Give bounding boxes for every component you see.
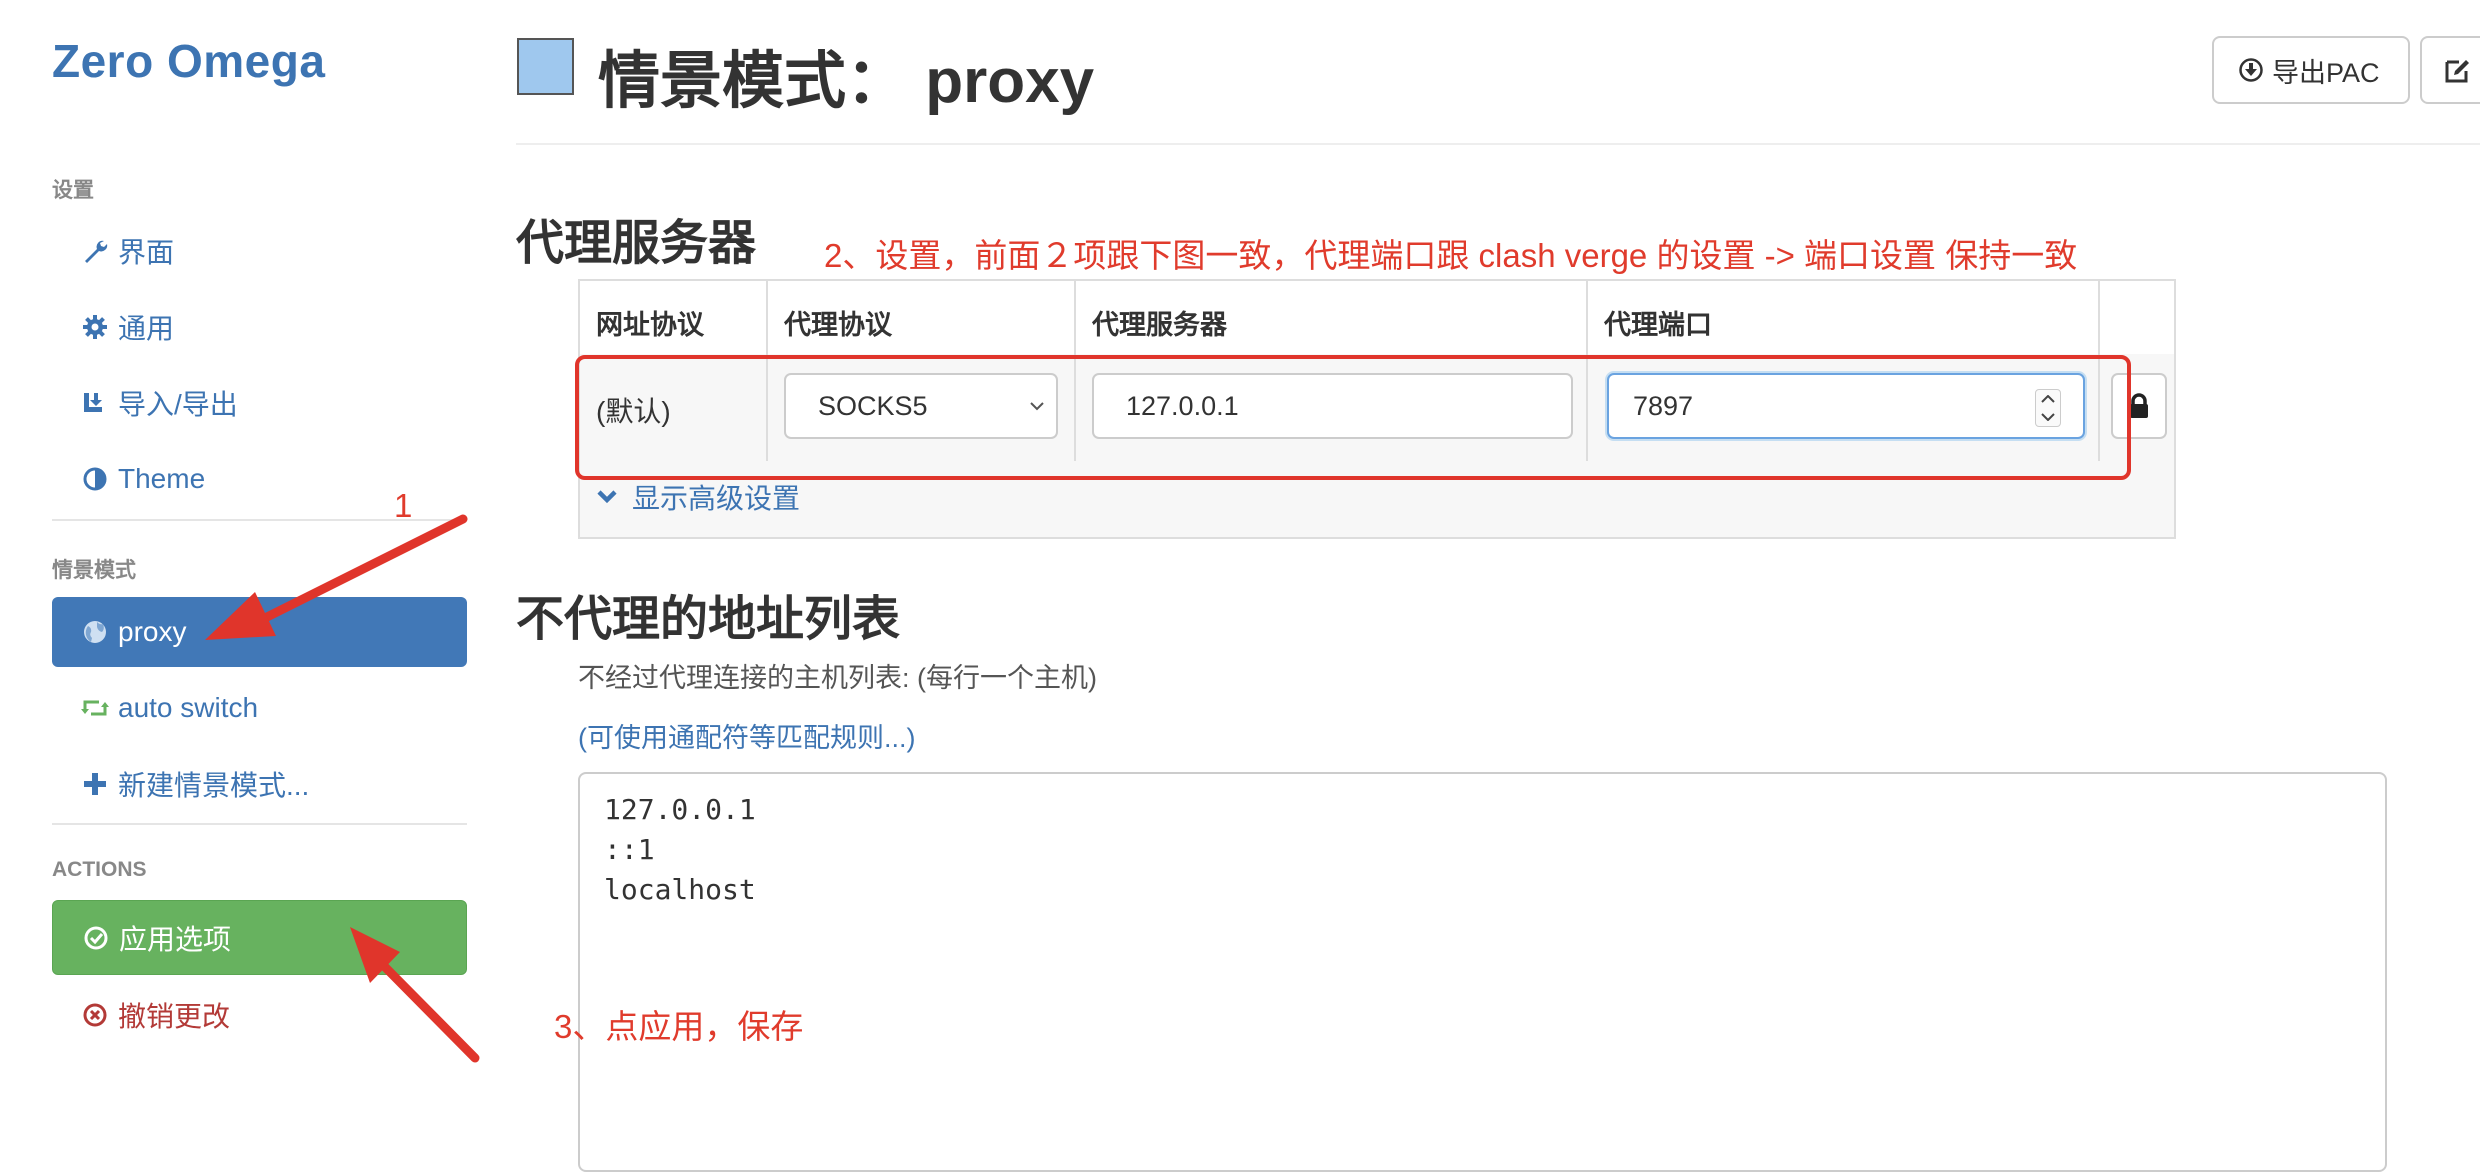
column-header-server: 代理服务器 bbox=[1092, 310, 1227, 340]
sidebar-item-proxy[interactable]: proxy bbox=[52, 597, 467, 667]
sidebar-divider bbox=[52, 823, 467, 825]
sidebar-item-label: 新建情景模式... bbox=[118, 770, 310, 801]
apply-options-label: 应用选项 bbox=[119, 923, 232, 955]
show-advanced-label: 显示高级设置 bbox=[632, 483, 801, 514]
sidebar-item-label: 界面 bbox=[118, 237, 175, 268]
sidebar-item-label: 通用 bbox=[118, 313, 175, 344]
sidebar-item-auto-switch[interactable]: auto switch bbox=[52, 673, 467, 743]
discard-changes-label: 撤销更改 bbox=[118, 1001, 231, 1032]
sidebar-item-interface[interactable]: 界面 bbox=[52, 216, 467, 286]
column-header-port: 代理端口 bbox=[1604, 310, 1712, 340]
check-circle-icon bbox=[81, 925, 111, 951]
download-icon bbox=[2238, 57, 2264, 83]
annotation-step-3: 3、点应用，保存 bbox=[554, 1008, 804, 1045]
header-divider bbox=[516, 143, 2480, 145]
sidebar-item-general[interactable]: 通用 bbox=[52, 292, 467, 362]
profile-name: proxy bbox=[925, 47, 1095, 116]
page-title: 情景模式： proxy bbox=[598, 30, 1094, 120]
bypass-line: localhost bbox=[604, 873, 756, 906]
bypass-list-heading: 不代理的地址列表 bbox=[516, 593, 901, 646]
edit-icon bbox=[2444, 56, 2472, 84]
times-circle-icon bbox=[80, 1002, 110, 1028]
chevron-down-icon bbox=[596, 488, 618, 506]
brand-logo: Zero Omega bbox=[52, 35, 326, 87]
lock-icon bbox=[2128, 393, 2150, 419]
annotation-step-2: 2、设置，前面２项跟下图一致，代理端口跟 clash verge 的设置 -> … bbox=[824, 237, 2078, 274]
column-header-protocol: 代理协议 bbox=[784, 310, 892, 340]
table-header-row: 网址协议 代理协议 代理服务器 代理端口 bbox=[580, 281, 2174, 356]
sidebar-item-import-export[interactable]: 导入/导出 bbox=[52, 368, 467, 438]
retweet-icon bbox=[80, 695, 110, 721]
export-pac-button[interactable]: 导出PAC bbox=[2212, 36, 2410, 104]
gear-icon bbox=[80, 314, 110, 340]
sidebar-item-label: Theme bbox=[118, 463, 206, 494]
sidebar-item-label: auto switch bbox=[118, 692, 259, 723]
annotation-step-1: 1 bbox=[394, 487, 413, 524]
import-export-icon bbox=[80, 390, 110, 416]
export-pac-label: 导出PAC bbox=[2272, 57, 2380, 88]
globe-icon bbox=[80, 619, 110, 645]
half-circle-icon bbox=[80, 466, 110, 492]
sidebar-item-label: proxy bbox=[118, 616, 187, 647]
proxy-servers-heading: 代理服务器 bbox=[516, 217, 757, 270]
profiles-section-header: 情景模式 bbox=[52, 559, 136, 582]
sidebar-item-new-profile[interactable]: 新建情景模式... bbox=[52, 749, 467, 819]
discard-changes-button[interactable]: 撤销更改 bbox=[52, 980, 467, 1050]
settings-section-header: 设置 bbox=[52, 179, 94, 202]
bypass-line: 127.0.0.1 bbox=[604, 793, 756, 826]
column-header-scheme: 网址协议 bbox=[596, 310, 704, 340]
annotation-highlight-box bbox=[575, 355, 2131, 480]
edit-profile-button[interactable] bbox=[2420, 36, 2480, 104]
bypass-line: ::1 bbox=[604, 833, 655, 866]
apply-options-button[interactable]: 应用选项 bbox=[52, 900, 467, 975]
plus-icon bbox=[80, 772, 110, 796]
actions-section-header: ACTIONS bbox=[52, 858, 147, 881]
wildcard-rules-link[interactable]: (可使用通配符等匹配规则...) bbox=[578, 716, 916, 755]
bypass-description: 不经过代理连接的主机列表: (每行一个主机) bbox=[578, 663, 1097, 693]
show-advanced-link[interactable]: 显示高级设置 bbox=[596, 477, 800, 517]
wrench-icon bbox=[80, 238, 110, 264]
sidebar-item-label: 导入/导出 bbox=[118, 389, 238, 420]
profile-color-swatch[interactable] bbox=[517, 38, 574, 95]
page-title-prefix: 情景模式： bbox=[598, 47, 909, 116]
bypass-list-textarea[interactable]: 127.0.0.1 ::1 localhost bbox=[578, 772, 2387, 1172]
